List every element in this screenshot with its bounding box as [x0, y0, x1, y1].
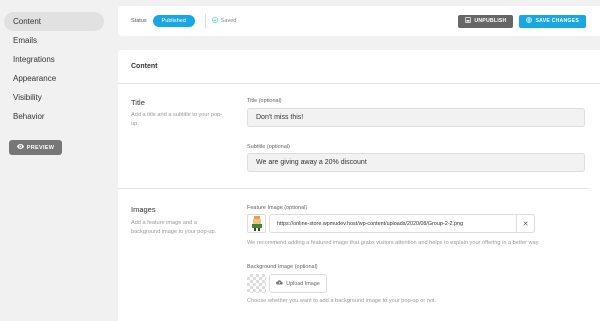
sidebar-item-visibility[interactable]: Visibility: [4, 88, 104, 107]
content-panel: Content Title Add a title and a subtitle…: [118, 50, 600, 321]
subtitle-field-label: Subtitle (optional): [247, 144, 290, 150]
feature-image-url[interactable]: https://online-store.wpmudev.host/wp-con…: [269, 214, 517, 233]
sidebar-item-content[interactable]: Content: [4, 12, 104, 31]
unpublish-icon: [465, 17, 472, 25]
save-changes-label: SAVE CHANGES: [535, 18, 579, 24]
character-image-icon: [251, 216, 262, 231]
title-section-description: Add a title and a subtitle to your pop-u…: [131, 112, 223, 127]
divider: [204, 14, 206, 28]
title-field-label: Title (optional): [247, 98, 282, 104]
close-icon: ✕: [522, 220, 529, 228]
save-changes-button[interactable]: SAVE CHANGES: [519, 14, 586, 28]
images-section-heading: Images: [131, 205, 156, 214]
saved-indicator: Saved: [211, 17, 237, 25]
background-image-row: Upload Image: [247, 274, 327, 293]
title-section-heading: Title: [131, 98, 145, 107]
upload-image-button[interactable]: Upload Image: [269, 274, 327, 293]
subtitle-input[interactable]: We are giving away a 20% discount: [247, 153, 585, 172]
feature-image-label: Feature Image (optional): [247, 205, 308, 211]
background-image-help: Choose whether you want to add a backgro…: [247, 298, 437, 304]
section-divider: [118, 188, 589, 189]
feature-image-row: https://online-store.wpmudev.host/wp-con…: [247, 214, 535, 233]
panel-title: Content: [118, 50, 600, 84]
status-label: Status: [131, 18, 147, 24]
saved-label: Saved: [220, 18, 237, 24]
sidebar-nav: Content Emails Integrations Appearance V…: [4, 12, 104, 126]
feature-image-help: We recommend adding a featured image tha…: [247, 240, 540, 246]
status-bar: Status Published Saved UNPUBLISH SAVE CH…: [118, 6, 600, 36]
images-section-description: Add a feature image and a background ima…: [131, 220, 217, 235]
background-image-placeholder: [247, 274, 266, 293]
eye-icon: [16, 144, 24, 151]
sidebar-item-integrations[interactable]: Integrations: [4, 50, 104, 69]
preview-label: PREVIEW: [26, 144, 55, 151]
sidebar-item-emails[interactable]: Emails: [4, 31, 104, 50]
sidebar: Content Emails Integrations Appearance V…: [0, 0, 112, 321]
top-actions: UNPUBLISH SAVE CHANGES: [458, 14, 586, 28]
sidebar-item-behavior[interactable]: Behavior: [4, 107, 104, 126]
unpublish-label: UNPUBLISH: [474, 18, 507, 24]
background-image-label: Background Image (optional): [247, 264, 318, 270]
sidebar-item-appearance[interactable]: Appearance: [4, 69, 104, 88]
upload-image-label: Upload Image: [286, 280, 320, 287]
title-input[interactable]: Don't miss this!: [247, 108, 585, 127]
clear-image-button[interactable]: ✕: [517, 214, 535, 233]
check-icon: [211, 17, 218, 25]
preview-button[interactable]: PREVIEW: [9, 140, 62, 155]
unpublish-button[interactable]: UNPUBLISH: [458, 14, 514, 28]
upload-icon: [276, 280, 283, 287]
globe-icon: [526, 17, 533, 25]
status-badge: Published: [152, 15, 195, 27]
feature-image-thumbnail[interactable]: [247, 214, 266, 233]
